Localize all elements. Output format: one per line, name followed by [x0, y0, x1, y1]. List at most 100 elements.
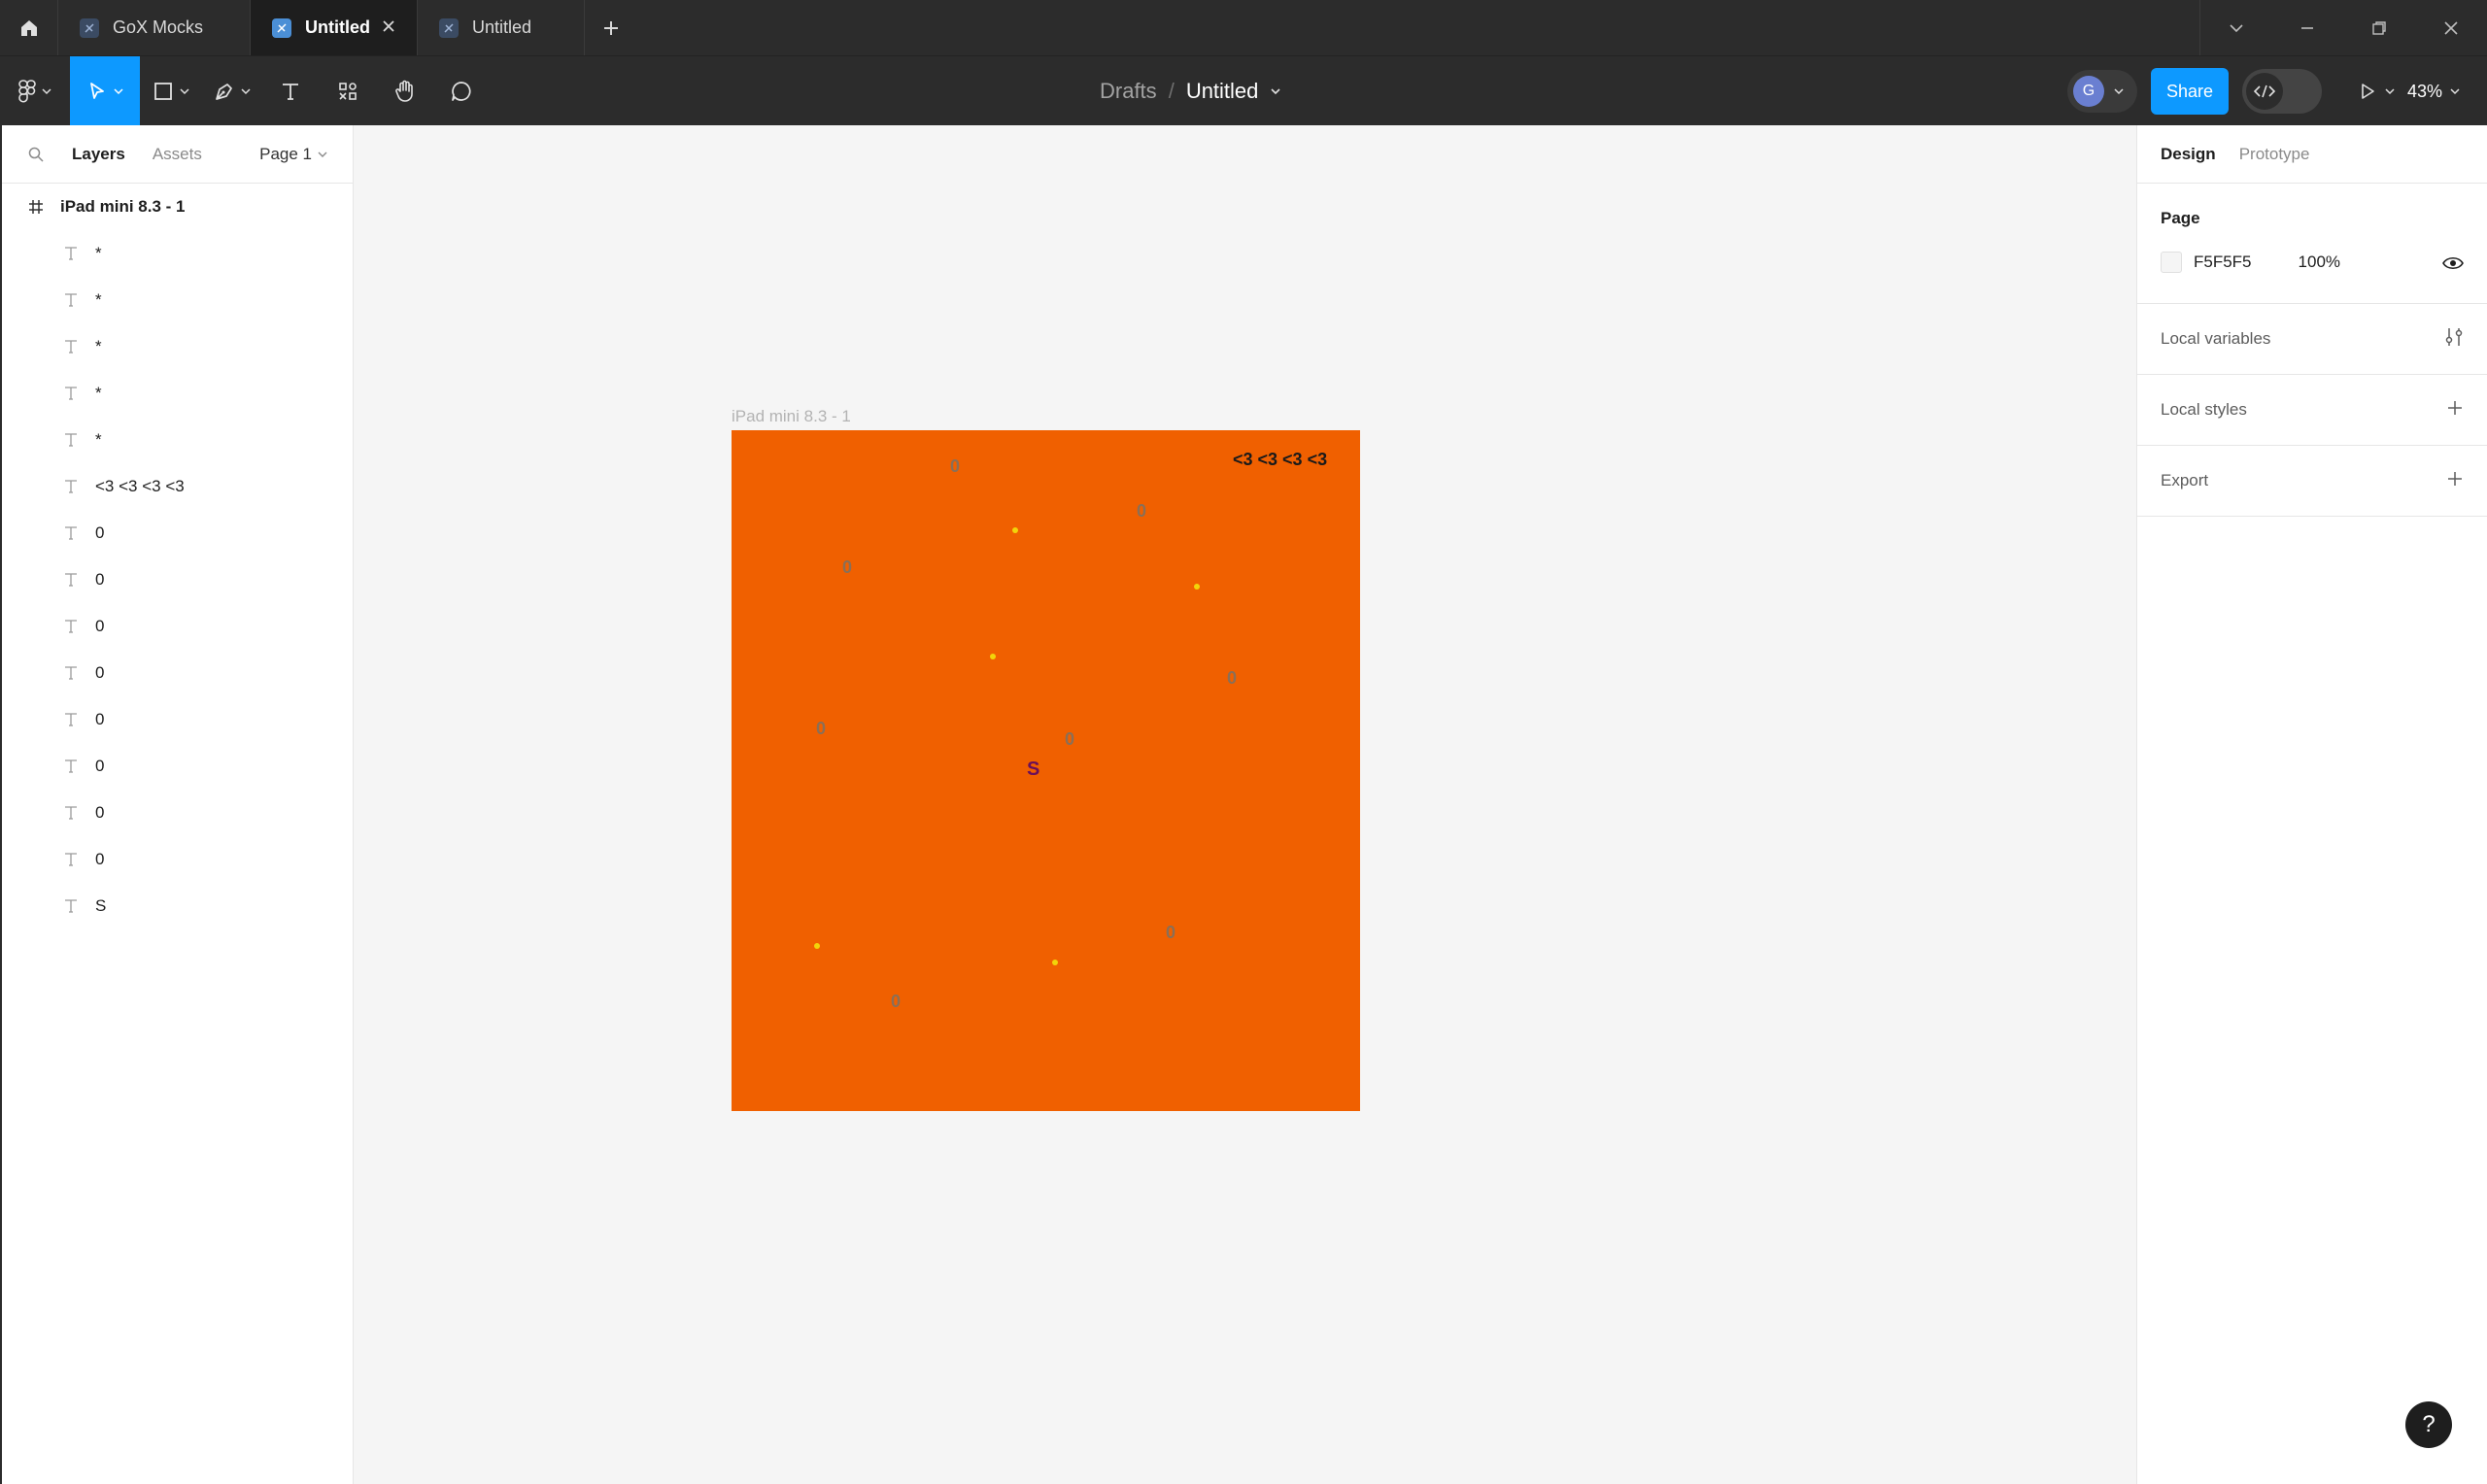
page-color-row: F5F5F5 100% — [2161, 252, 2464, 273]
present-button[interactable] — [2345, 82, 2407, 101]
zero-text[interactable]: 0 — [842, 557, 852, 578]
eye-icon[interactable] — [2442, 255, 2464, 276]
text-layer-icon — [62, 851, 80, 868]
layer-row[interactable]: 0 — [2, 603, 353, 650]
layer-row[interactable]: * — [2, 417, 353, 463]
ipad-frame[interactable]: <3 <3 <3 <3 0 0 0 0 0 0 0 0 S — [732, 430, 1360, 1111]
page-color-swatch[interactable] — [2161, 252, 2182, 273]
frame-label[interactable]: iPad mini 8.3 - 1 — [732, 407, 851, 426]
layer-row[interactable]: 0 — [2, 556, 353, 603]
layer-row[interactable]: 0 — [2, 510, 353, 556]
help-button[interactable]: ? — [2405, 1401, 2452, 1448]
restore-icon — [2372, 20, 2386, 35]
tab-design[interactable]: Design — [2161, 145, 2216, 164]
star-dot[interactable] — [1052, 960, 1058, 965]
layer-row[interactable]: 0 — [2, 650, 353, 696]
local-styles-label: Local styles — [2161, 400, 2247, 419]
star-dot[interactable] — [1012, 527, 1018, 533]
hearts-text[interactable]: <3 <3 <3 <3 — [1233, 450, 1327, 470]
search-icon[interactable] — [27, 146, 45, 163]
tab-prototype[interactable]: Prototype — [2239, 145, 2310, 164]
toolbar-right: G Share 43% — [2067, 56, 2487, 126]
move-tool-button[interactable] — [70, 55, 140, 126]
text-layer-icon — [62, 897, 80, 915]
figma-app: GoX Mocks Untitled Untitled Drafts / Unt… — [0, 0, 2487, 1484]
layer-row[interactable]: <3 <3 <3 <3 — [2, 463, 353, 510]
zero-text[interactable]: 0 — [1137, 501, 1146, 522]
zero-text[interactable]: 0 — [891, 992, 901, 1012]
layer-row[interactable]: 0 — [2, 790, 353, 836]
text-tool-button[interactable] — [262, 56, 319, 126]
layer-label: 0 — [95, 617, 105, 635]
text-layer-icon — [62, 338, 80, 355]
comment-tool-button[interactable] — [433, 56, 490, 126]
sliders-icon[interactable] — [2444, 326, 2464, 353]
hand-tool-button[interactable] — [377, 56, 433, 126]
pen-tool-button[interactable] — [202, 56, 262, 126]
home-button[interactable] — [0, 0, 58, 55]
file-title[interactable]: Untitled — [1186, 79, 1259, 104]
share-button[interactable]: Share — [2151, 68, 2229, 115]
page-heading: Page — [2161, 209, 2200, 227]
add-style-plus-icon[interactable] — [2446, 399, 2464, 422]
zero-text[interactable]: 0 — [950, 456, 960, 477]
layer-label: * — [95, 290, 102, 309]
page-opacity[interactable]: 100% — [2299, 253, 2340, 272]
tabs-menu-button[interactable] — [2199, 0, 2271, 55]
layer-frame-root[interactable]: iPad mini 8.3 - 1 — [2, 184, 353, 230]
tab-layers[interactable]: Layers — [72, 145, 125, 164]
star-dot[interactable] — [1194, 584, 1200, 590]
add-export-plus-icon[interactable] — [2446, 470, 2464, 492]
chevron-down-icon — [241, 87, 251, 94]
new-tab-button[interactable] — [585, 0, 637, 55]
zero-text[interactable]: 0 — [1166, 923, 1175, 943]
figma-logo-icon — [18, 79, 36, 103]
zero-text[interactable]: 0 — [1227, 668, 1237, 689]
layer-list: * * * * * <3 <3 <3 <3 0 0 0 0 0 0 0 0 S — [2, 230, 353, 929]
layer-label: * — [95, 384, 102, 402]
layer-row[interactable]: * — [2, 230, 353, 277]
tab-assets[interactable]: Assets — [153, 145, 202, 164]
layer-label: S — [95, 896, 107, 915]
properties-panel: Design Prototype Page F5F5F5 100% Local … — [2136, 125, 2487, 1484]
figma-file-icon — [80, 17, 99, 38]
star-dot[interactable] — [990, 654, 996, 659]
layer-row[interactable]: 0 — [2, 743, 353, 790]
layer-label: 0 — [95, 663, 105, 682]
local-variables-label: Local variables — [2161, 329, 2271, 348]
layer-label: 0 — [95, 523, 105, 542]
layer-row[interactable]: 0 — [2, 836, 353, 883]
restore-button[interactable] — [2343, 0, 2415, 55]
zoom-level: 43% — [2407, 81, 2443, 101]
layer-row[interactable]: 0 — [2, 696, 353, 743]
close-tab-icon[interactable] — [380, 17, 397, 40]
dev-mode-toggle[interactable] — [2242, 69, 2322, 114]
zoom-menu[interactable]: 43% — [2407, 82, 2475, 102]
player-s-text[interactable]: S — [1027, 759, 1039, 781]
star-dot[interactable] — [814, 943, 820, 949]
layer-row[interactable]: * — [2, 370, 353, 417]
chevron-down-icon[interactable] — [1270, 85, 1281, 97]
breadcrumb-drafts[interactable]: Drafts — [1100, 79, 1157, 104]
minimize-button[interactable] — [2271, 0, 2343, 55]
layer-row[interactable]: * — [2, 323, 353, 370]
page-color-hex[interactable]: F5F5F5 — [2194, 253, 2252, 272]
tab-gox-mocks[interactable]: GoX Mocks — [58, 0, 251, 55]
tab-untitled-active[interactable]: Untitled — [251, 0, 418, 55]
zero-text[interactable]: 0 — [1065, 729, 1074, 750]
rectangle-icon — [154, 82, 172, 100]
local-styles-row: Local styles — [2137, 375, 2487, 446]
tab-untitled[interactable]: Untitled — [418, 0, 585, 55]
text-layer-icon — [62, 291, 80, 309]
resources-tool-button[interactable] — [319, 56, 377, 126]
shape-tool-button[interactable] — [140, 56, 202, 126]
multiplayer-avatar-button[interactable]: G — [2067, 70, 2137, 113]
home-icon — [20, 19, 37, 36]
layer-row[interactable]: S — [2, 883, 353, 929]
page-selector[interactable]: Page 1 — [259, 145, 327, 164]
close-window-button[interactable] — [2415, 0, 2487, 55]
design-canvas[interactable]: iPad mini 8.3 - 1 <3 <3 <3 <3 0 0 0 0 0 … — [354, 125, 2136, 1484]
main-menu-button[interactable] — [0, 56, 70, 126]
zero-text[interactable]: 0 — [816, 719, 826, 739]
layer-row[interactable]: * — [2, 277, 353, 323]
